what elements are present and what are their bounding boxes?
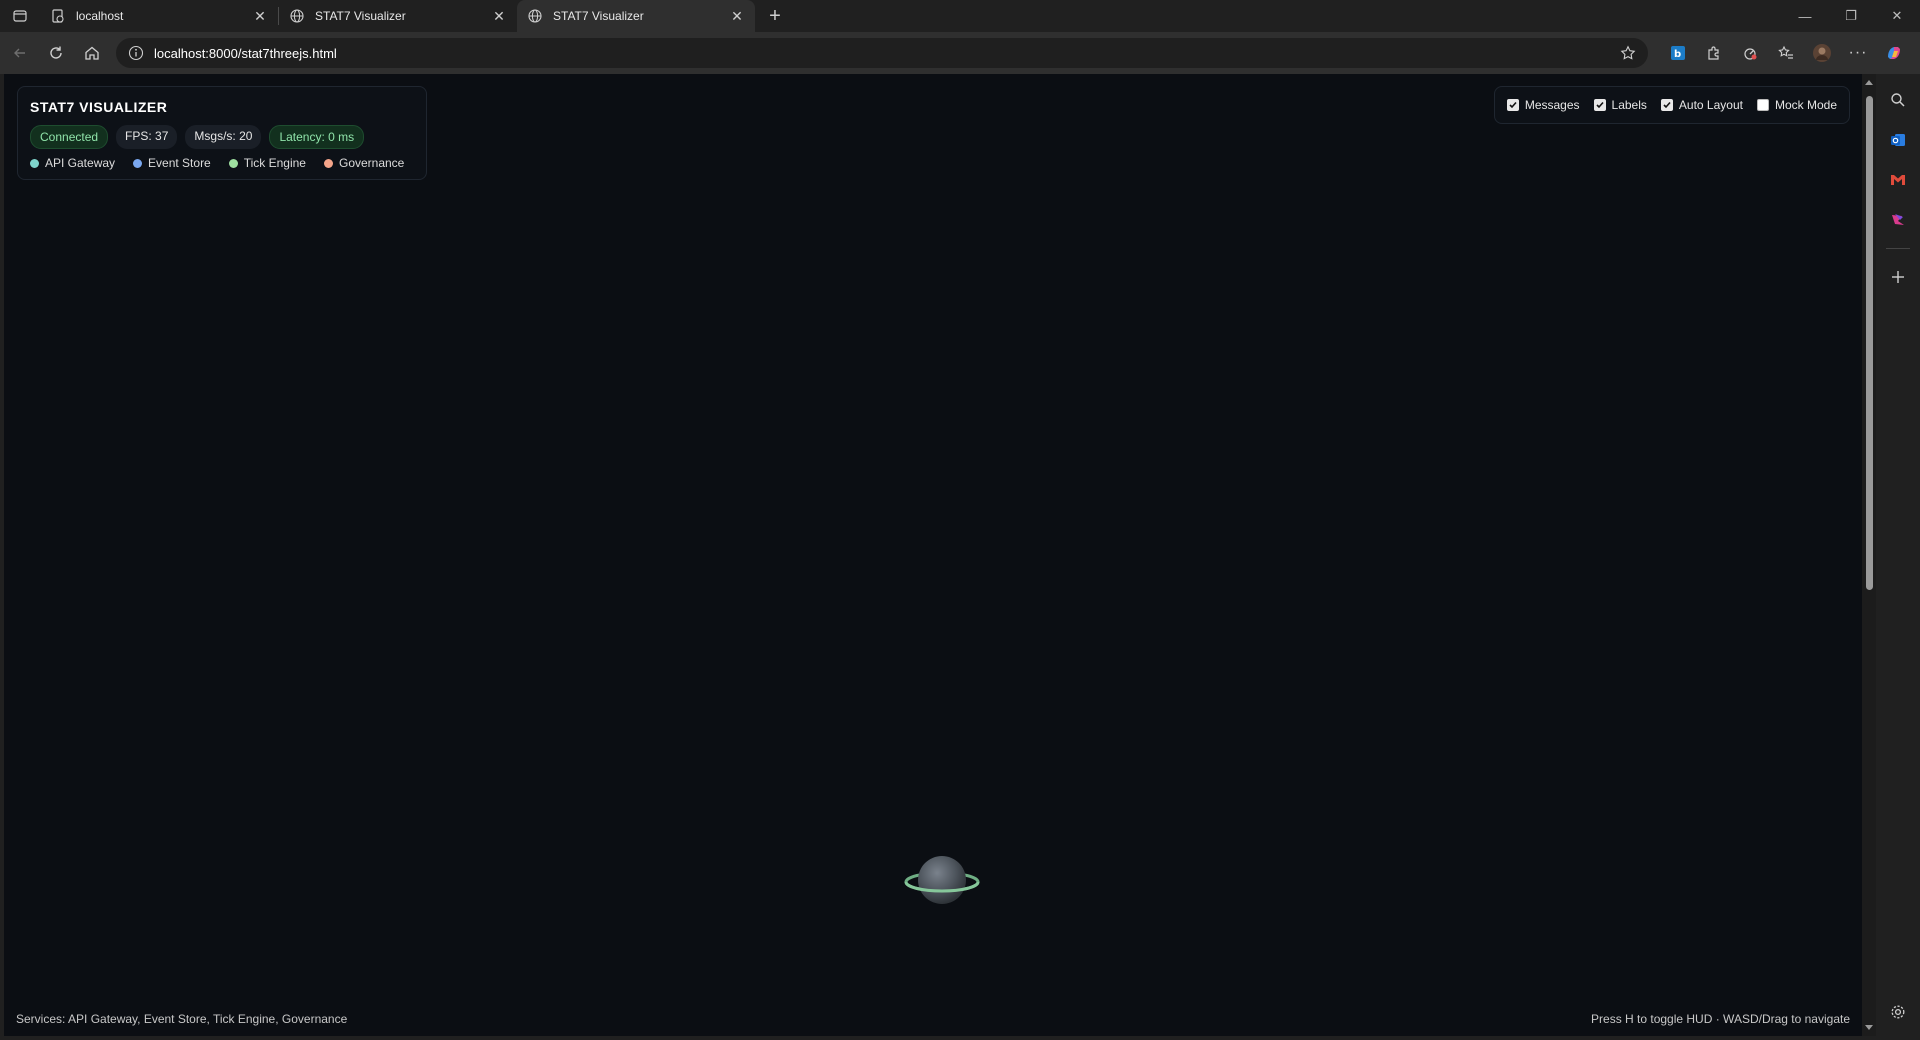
sidebar-toggle-icon [13,10,27,22]
restore-icon[interactable]: ❐ [1828,0,1874,32]
tab-localhost[interactable]: localhost ✕ [40,0,278,32]
new-tab-button[interactable]: + [759,0,791,32]
scroll-down-icon[interactable] [1865,1025,1873,1030]
svg-text:b: b [1674,49,1681,60]
legend-dot [133,158,143,168]
checkbox-unchecked[interactable] [1756,99,1769,111]
mock-mode-toggle[interactable]: Mock Mode [1756,98,1837,112]
close-icon[interactable]: ✕ [491,8,507,24]
legend-dot [323,158,333,168]
hud-stats: Connected FPS: 37 Msgs/s: 20 Latency: 0 … [30,125,414,149]
tab-title: localhost [76,9,124,23]
close-icon[interactable]: ✕ [252,8,268,24]
auto-layout-label: Auto Layout [1678,98,1743,112]
favorite-star-icon[interactable] [1618,43,1638,63]
info-icon[interactable] [128,45,144,61]
home-button[interactable] [74,37,110,69]
tab-strip: localhost ✕ STAT7 Visualizer ✕ STAT7 Vis… [0,0,1920,32]
globe-icon [289,8,305,24]
messages-label: Messages [1524,98,1580,112]
back-button[interactable] [2,37,38,69]
legend-label: Tick Engine [243,156,306,170]
edge-sidebar [1876,74,1920,1040]
legend-dot [30,158,39,168]
refresh-button[interactable] [38,37,74,69]
auto-layout-toggle[interactable]: Auto Layout [1660,98,1743,112]
close-icon[interactable]: ✕ [729,8,745,24]
scroll-up-icon[interactable] [1865,80,1873,85]
checkbox-checked[interactable] [1593,99,1606,111]
address-bar[interactable]: localhost:8000/stat7threejs.html [116,38,1648,68]
tab-actions-button[interactable] [0,0,40,32]
hud-panel: STAT7 VISUALIZER Connected FPS: 37 Msgs/… [17,86,427,180]
legend-item-tick-engine: Tick Engine [228,156,306,170]
connection-status-badge: Connected [30,125,109,149]
fps-badge: FPS: 37 [116,125,178,149]
service-legend: API Gateway Event Store Tick Engine Gove… [30,156,414,170]
refresh-icon [50,46,62,59]
controls-panel: Messages Labels Auto Layout Mock Mode [1493,86,1850,124]
legend-dot [228,158,238,168]
url-text[interactable]: localhost:8000/stat7threejs.html [154,46,1618,61]
more-menu-icon[interactable]: ··· [1840,37,1876,69]
extension-b-icon[interactable]: b [1660,37,1696,69]
legend-item-event-store: Event Store [133,156,211,170]
window-controls: — ❐ ✕ [1782,0,1920,32]
search-icon[interactable] [1882,84,1914,116]
gmail-icon[interactable] [1882,164,1914,196]
globe-icon [527,8,543,24]
page-icon [50,8,66,24]
app-launcher-icon[interactable] [1882,204,1914,236]
legend-item-api-gateway: API Gateway [30,156,115,170]
tab-stat7-visualizer-active[interactable]: STAT7 Visualizer ✕ [517,0,755,32]
outlook-icon[interactable] [1882,124,1914,156]
browser-toolbar: localhost:8000/stat7threejs.html b ··· [0,32,1920,74]
tab-title: STAT7 Visualizer [315,9,406,23]
sidebar-divider [1886,248,1910,249]
mock-mode-label: Mock Mode [1774,98,1837,112]
scrollbar-thumb[interactable] [1866,96,1873,590]
msgs-per-second-badge: Msgs/s: 20 [185,125,262,149]
page-scrollbar[interactable] [1862,74,1876,1036]
settings-gear-icon[interactable] [1882,996,1914,1028]
legend-label: Event Store [148,156,211,170]
toolbar-extensions: b ··· [1660,32,1920,74]
planet-node[interactable] [902,850,982,910]
labels-toggle[interactable]: Labels [1593,98,1647,112]
services-footer: Services: API Gateway, Event Store, Tick… [16,1012,348,1026]
hud-title: STAT7 VISUALIZER [30,99,168,115]
legend-label: API Gateway [45,156,116,170]
minimize-icon[interactable]: — [1782,0,1828,32]
help-footer: Press H to toggle HUD · WASD/Drag to nav… [1591,1012,1850,1026]
performance-icon[interactable] [1732,37,1768,69]
extensions-puzzle-icon[interactable] [1696,37,1732,69]
tab-title: STAT7 Visualizer [553,9,644,23]
labels-label: Labels [1611,98,1647,112]
copilot-icon[interactable] [1876,37,1912,69]
legend-item-governance: Governance [323,156,405,170]
window-close-icon[interactable]: ✕ [1874,0,1920,32]
back-arrow-icon [14,48,25,58]
messages-toggle[interactable]: Messages [1506,98,1580,112]
profile-avatar[interactable] [1804,37,1840,69]
legend-label: Governance [338,156,405,170]
add-icon[interactable] [1882,261,1914,293]
page-viewport[interactable]: STAT7 VISUALIZER Connected FPS: 37 Msgs/… [4,74,1862,1036]
home-icon [85,46,99,60]
favorites-icon[interactable] [1768,37,1804,69]
checkbox-checked[interactable] [1506,99,1519,111]
checkbox-checked[interactable] [1660,99,1673,111]
latency-badge: Latency: 0 ms [269,125,365,149]
tab-stat7-visualizer[interactable]: STAT7 Visualizer ✕ [279,0,517,32]
planet-sphere [918,856,966,904]
